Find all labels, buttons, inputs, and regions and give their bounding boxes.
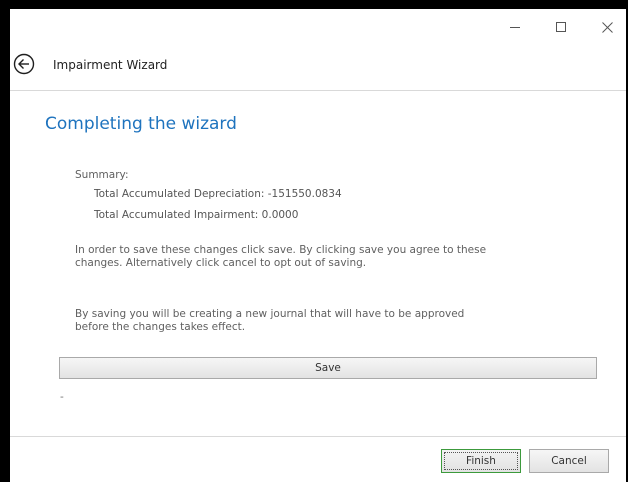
maximize-icon xyxy=(556,22,566,32)
wizard-header: Impairment Wizard xyxy=(10,47,626,91)
close-icon xyxy=(601,21,613,33)
minimize-icon xyxy=(510,26,520,28)
journal-notice-text: By saving you will be creating a new jou… xyxy=(75,308,465,333)
wizard-title: Impairment Wizard xyxy=(53,58,168,72)
wizard-window: Impairment Wizard Completing the wizard … xyxy=(0,0,628,482)
page-heading: Completing the wizard xyxy=(45,114,237,134)
summary-depreciation: Total Accumulated Depreciation: -151550.… xyxy=(94,188,342,200)
back-button[interactable] xyxy=(13,53,35,75)
close-button[interactable] xyxy=(584,9,628,45)
minimize-button[interactable] xyxy=(492,9,538,45)
footer-divider xyxy=(10,436,626,437)
cancel-button[interactable]: Cancel xyxy=(529,449,609,473)
save-instructions-text: In order to save these changes click sav… xyxy=(75,244,487,269)
back-arrow-circle-icon xyxy=(13,53,35,75)
summary-impairment: Total Accumulated Impairment: 0.0000 xyxy=(94,209,299,221)
summary-label: Summary: xyxy=(75,169,129,181)
status-text: - xyxy=(60,391,64,403)
title-bar xyxy=(10,9,626,47)
finish-button[interactable]: Finish xyxy=(441,449,521,473)
save-button[interactable]: Save xyxy=(59,357,597,379)
maximize-button[interactable] xyxy=(538,9,584,45)
